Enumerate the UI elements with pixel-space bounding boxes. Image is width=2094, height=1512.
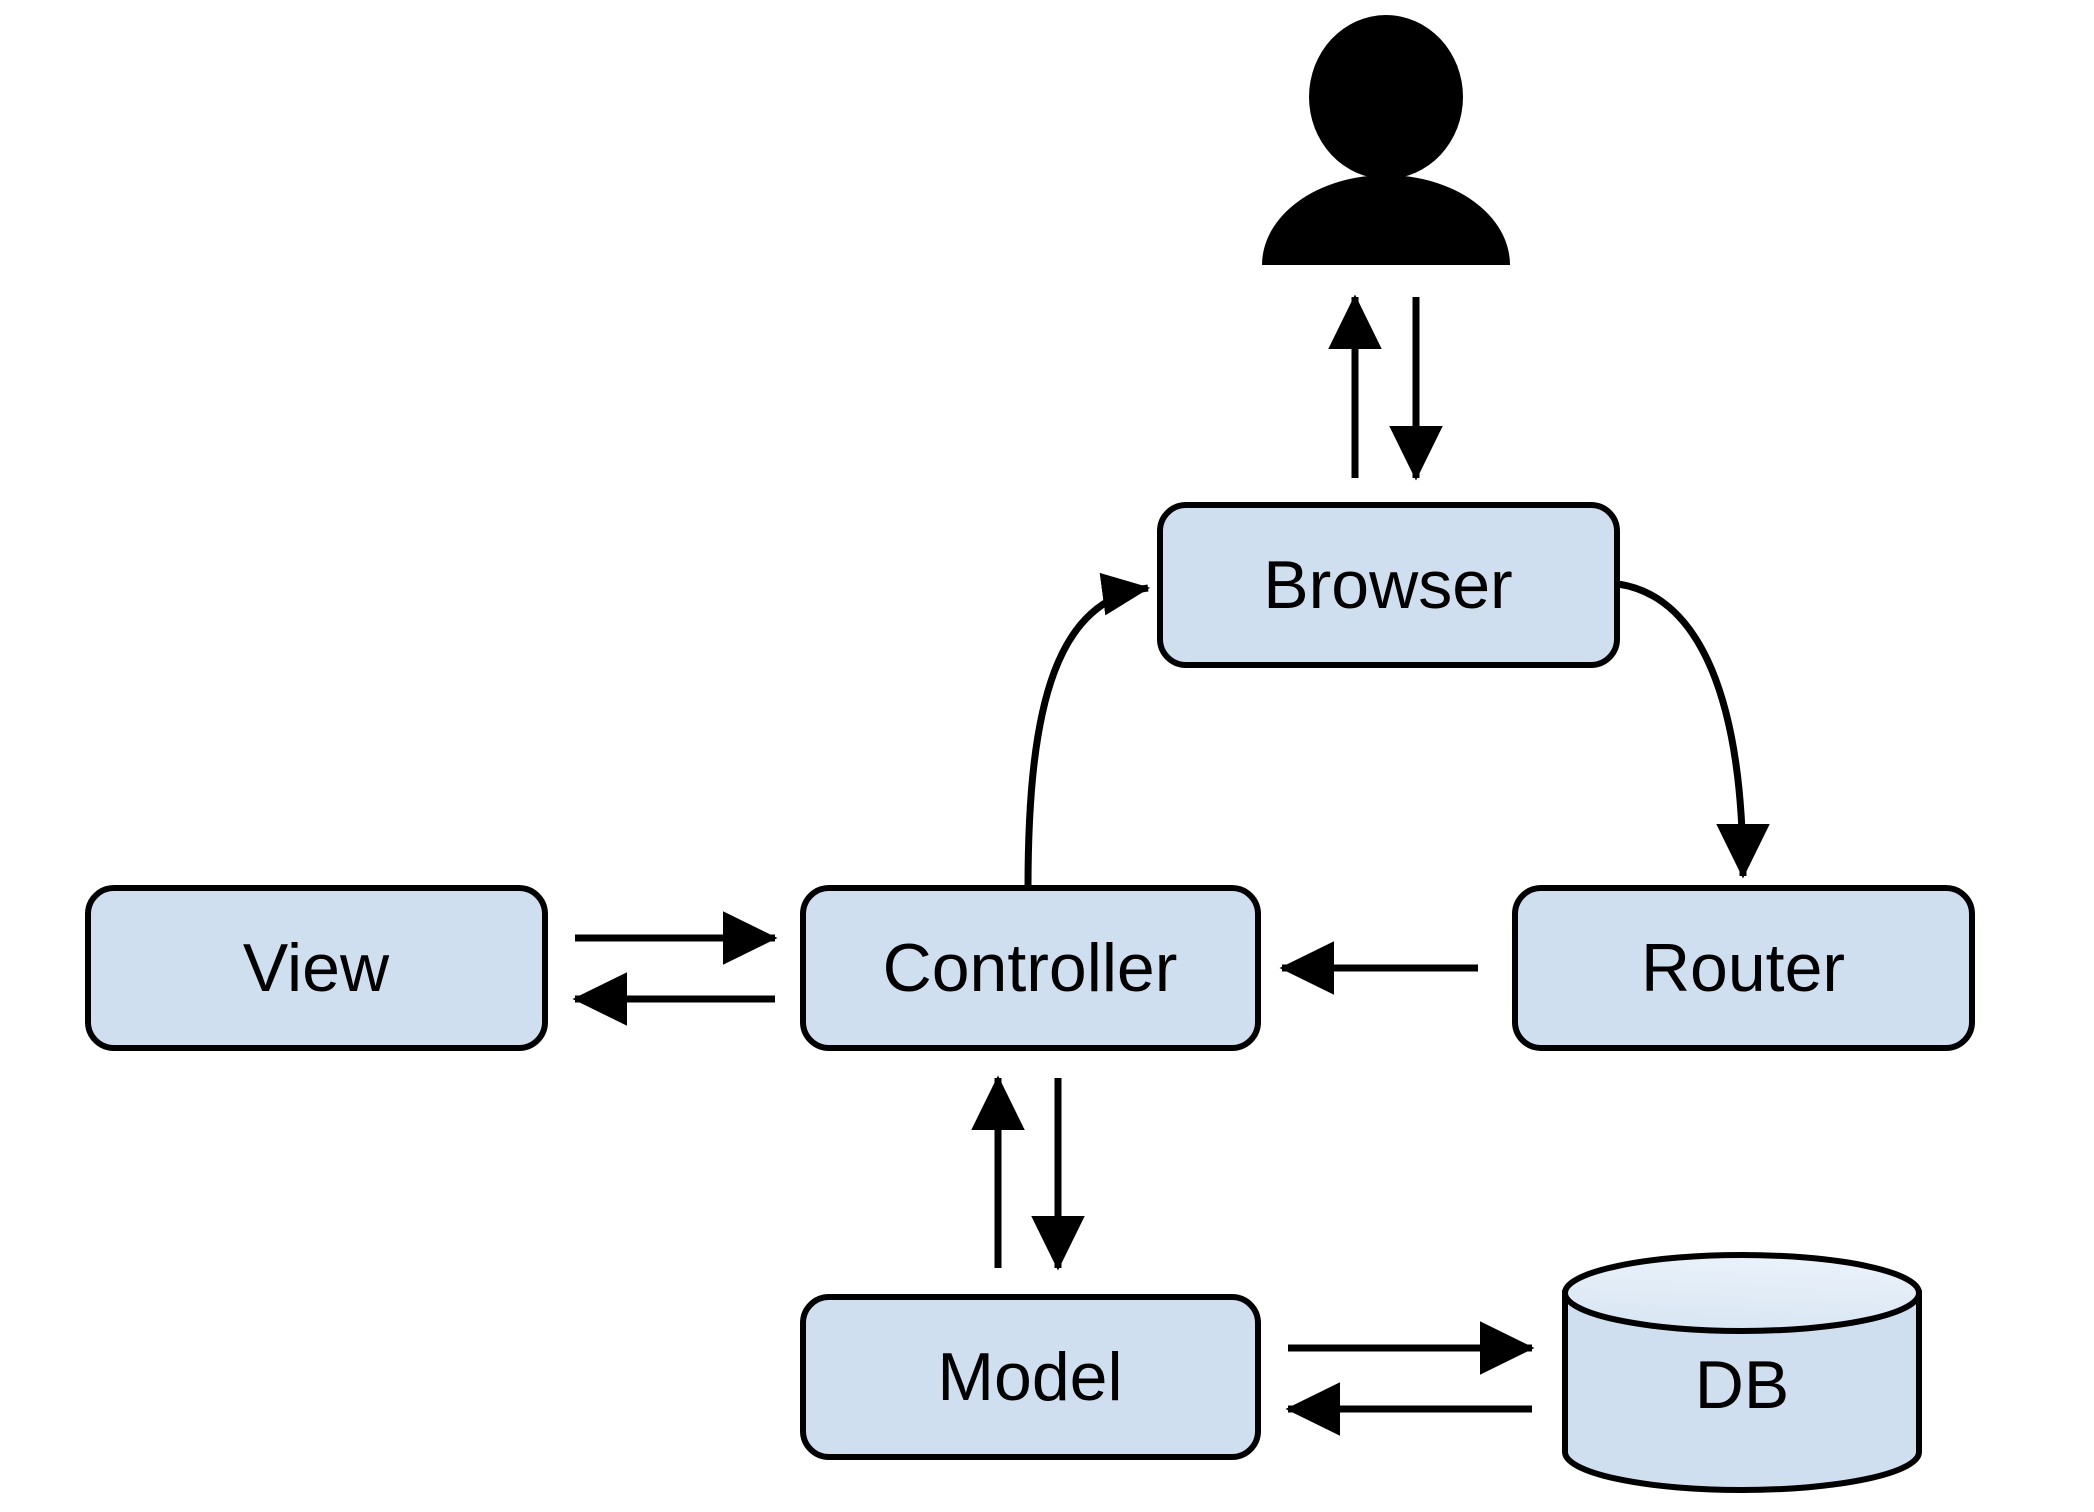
node-model-label: Model — [937, 1339, 1122, 1415]
person-body-icon — [1262, 175, 1510, 265]
node-browser[interactable]: Browser — [1157, 502, 1620, 668]
diagram-canvas: Browser View Controller Router Model DB — [85, 15, 1975, 1493]
node-db[interactable]: DB — [1562, 1252, 1922, 1493]
edge-controller-to-browser — [1024, 572, 1151, 889]
node-view-label: View — [243, 930, 390, 1006]
node-db-top-shape[interactable] — [1562, 1252, 1922, 1334]
node-model[interactable]: Model — [800, 1294, 1261, 1460]
person-icon — [1262, 15, 1510, 265]
node-db-label: DB — [1695, 1347, 1789, 1423]
mvc-architecture-diagram: Browser View Controller Router Model DB — [0, 0, 2094, 1512]
person-head-icon — [1309, 15, 1463, 179]
node-router-label: Router — [1641, 930, 1845, 1006]
node-controller[interactable]: Controller — [800, 885, 1261, 1051]
node-controller-label: Controller — [883, 930, 1178, 1006]
edge-browser-to-router — [1617, 580, 1770, 879]
node-router[interactable]: Router — [1512, 885, 1975, 1051]
node-browser-label: Browser — [1263, 547, 1512, 623]
node-view[interactable]: View — [85, 885, 548, 1051]
